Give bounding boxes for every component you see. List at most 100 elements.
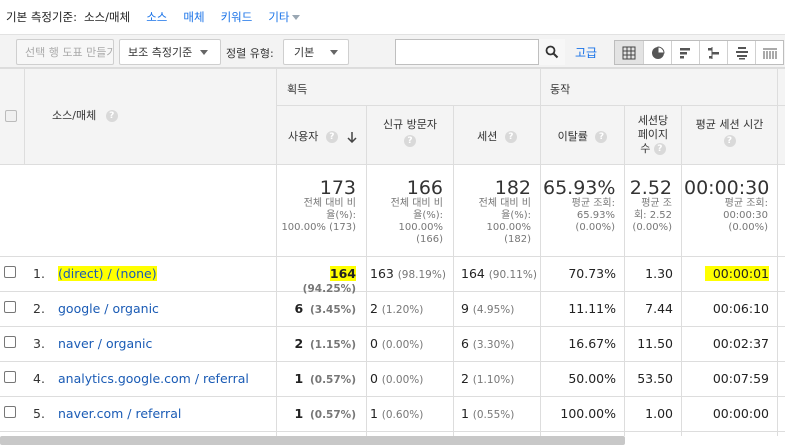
row-source-medium-link[interactable]: analytics.google.com / referral: [58, 371, 249, 386]
divider: [0, 68, 785, 69]
search-icon: [545, 45, 559, 59]
total-new-users-sub2: 율(%):: [413, 210, 443, 221]
table-view-button[interactable]: [615, 41, 643, 64]
row-sessions-pct: (3.30%): [472, 339, 515, 351]
help-icon[interactable]: ?: [723, 135, 736, 147]
row-new-users-pct: (98.19%): [397, 269, 446, 281]
dimension-more-dropdown[interactable]: 기타: [268, 9, 301, 25]
help-icon[interactable]: ?: [504, 131, 517, 143]
row-users-pct: (0.57%): [309, 374, 356, 386]
secondary-dimension-label: 보조 측정기준: [128, 46, 193, 59]
row-avg-session-duration-value: 00:06:10: [712, 301, 769, 316]
row-sessions: 2 (1.10%): [461, 371, 535, 386]
sort-type-dropdown[interactable]: 기본: [283, 39, 349, 65]
total-new-users-value: 166: [406, 177, 443, 199]
divider: [277, 105, 785, 106]
row-index: 5.: [33, 406, 45, 421]
row-new-users-value: 2: [370, 301, 378, 316]
row-pages-per-session: 53.50: [637, 371, 673, 386]
row-source-medium-link[interactable]: (direct) / (none): [58, 266, 157, 281]
chevron-down-icon: [292, 14, 301, 20]
performance-view-button[interactable]: [671, 41, 699, 64]
dimension-link-keyword[interactable]: 키워드: [221, 9, 253, 25]
row-users-value: 1: [294, 406, 304, 421]
row-checkbox[interactable]: [4, 301, 16, 316]
sort-descending-icon: [347, 132, 357, 144]
dimension-link-source[interactable]: 소스: [146, 9, 167, 25]
row-avg-session-duration-value: 00:00:01: [704, 266, 769, 281]
search-button[interactable]: [538, 39, 565, 65]
dimension-link-medium[interactable]: 매체: [183, 9, 204, 25]
row-source-medium-link[interactable]: naver / organic: [58, 336, 152, 351]
row-avg-session-duration-value: 00:02:37: [712, 336, 769, 351]
dimension-more-label: 기타: [268, 10, 290, 24]
row-users-value: 2: [294, 336, 304, 351]
row-sessions-value: 164: [461, 266, 485, 281]
dimension-header[interactable]: 소스/매체 ?: [52, 109, 118, 123]
row-pages-per-session: 7.44: [645, 301, 673, 316]
view-switcher: [614, 40, 784, 65]
column-header-sessions[interactable]: 세션 ?: [454, 130, 540, 144]
row-checkbox[interactable]: [4, 406, 16, 421]
help-icon[interactable]: ?: [325, 131, 338, 143]
total-users-value: 173: [319, 177, 356, 199]
pie-view-button[interactable]: [643, 41, 671, 64]
table-toolbar: 선택 행 도표 만들기 보조 측정기준 정렬 유형: 기본 고급: [0, 34, 785, 68]
create-chart-button[interactable]: 선택 행 도표 만들기: [16, 39, 114, 65]
column-header-avg-session-duration[interactable]: 평균 세션 시간 ?: [682, 118, 777, 147]
dimension-header-label: 소스/매체: [52, 109, 97, 122]
row-sessions-value: 1: [461, 406, 469, 421]
help-icon[interactable]: ?: [595, 131, 608, 143]
total-pages-value: 2.52: [629, 177, 672, 199]
divider: [0, 431, 785, 432]
row-index: 2.: [33, 301, 45, 316]
total-users-sub1: 전체 대비 비: [303, 198, 356, 209]
row-avg-session-duration: 00:06:10: [682, 301, 769, 316]
column-header-bounce-rate[interactable]: 이탈률 ?: [541, 130, 624, 144]
row-new-users-pct: (0.00%): [381, 339, 424, 351]
data-table: 소스/매체 ? 획득 동작 사용자 ? 신규 방문자 ? 세션 ? 이탈률 ? …: [0, 68, 785, 436]
column-header-new-users[interactable]: 신규 방문자 ?: [367, 118, 453, 147]
horizontal-scrollbar[interactable]: [0, 436, 625, 445]
total-bounce-rate-sub3: (0.00%): [575, 222, 615, 233]
total-duration-sub1: 평균 조회:: [724, 198, 768, 209]
row-source-medium-link[interactable]: google / organic: [58, 301, 159, 316]
primary-dimension-label: 기본 측정기준:: [6, 10, 78, 24]
row-source-medium-link[interactable]: naver.com / referral: [58, 406, 181, 421]
help-icon[interactable]: ?: [653, 143, 666, 155]
comparison-view-icon: [707, 46, 719, 59]
row-new-users: 0 (0.00%): [370, 371, 444, 386]
select-all-checkbox[interactable]: [5, 110, 17, 125]
total-sessions-sub1: 전체 대비 비: [478, 198, 531, 209]
column-header-users[interactable]: 사용자 ?: [280, 130, 366, 144]
row-users-pct: (3.45%): [309, 304, 356, 316]
advanced-filter-link[interactable]: 고급: [575, 44, 597, 61]
total-sessions-sub3: 100.00%: [486, 222, 532, 233]
group-header-acquisition: 획득: [287, 83, 308, 96]
row-sessions: 1 (0.55%): [461, 406, 535, 421]
row-sessions: 164 (90.11%): [461, 266, 537, 281]
row-pages-per-session: 1.00: [645, 406, 673, 421]
row-bounce-rate: 70.73%: [568, 266, 616, 281]
total-duration-sub3: (0.00%): [728, 222, 768, 233]
row-checkbox[interactable]: [4, 371, 16, 386]
row-new-users-value: 0: [370, 336, 378, 351]
row-sessions-value: 2: [461, 371, 469, 386]
total-users-sub2: 율(%):: [326, 210, 356, 221]
help-icon[interactable]: ?: [105, 110, 118, 122]
row-new-users: 1 (0.60%): [370, 406, 444, 421]
column-header-pages-per-session[interactable]: 세션당 페이지 수 ?: [625, 114, 681, 156]
pivot-view-button[interactable]: [755, 41, 783, 64]
total-new-users-sub4: (166): [416, 234, 443, 245]
row-new-users-pct: (0.60%): [381, 409, 424, 421]
row-users-value: 1: [294, 371, 304, 386]
row-checkbox[interactable]: [4, 336, 16, 351]
column-header-new-users-label: 신규 방문자: [382, 118, 438, 131]
help-icon[interactable]: ?: [404, 135, 416, 147]
secondary-dimension-dropdown[interactable]: 보조 측정기준: [119, 39, 221, 65]
total-new-users-sub3: 100.00%: [398, 222, 444, 233]
pie-view-icon: [651, 45, 665, 59]
row-checkbox[interactable]: [4, 266, 16, 281]
comparison-view-button[interactable]: [699, 41, 727, 64]
term-cloud-view-button[interactable]: [727, 41, 755, 64]
